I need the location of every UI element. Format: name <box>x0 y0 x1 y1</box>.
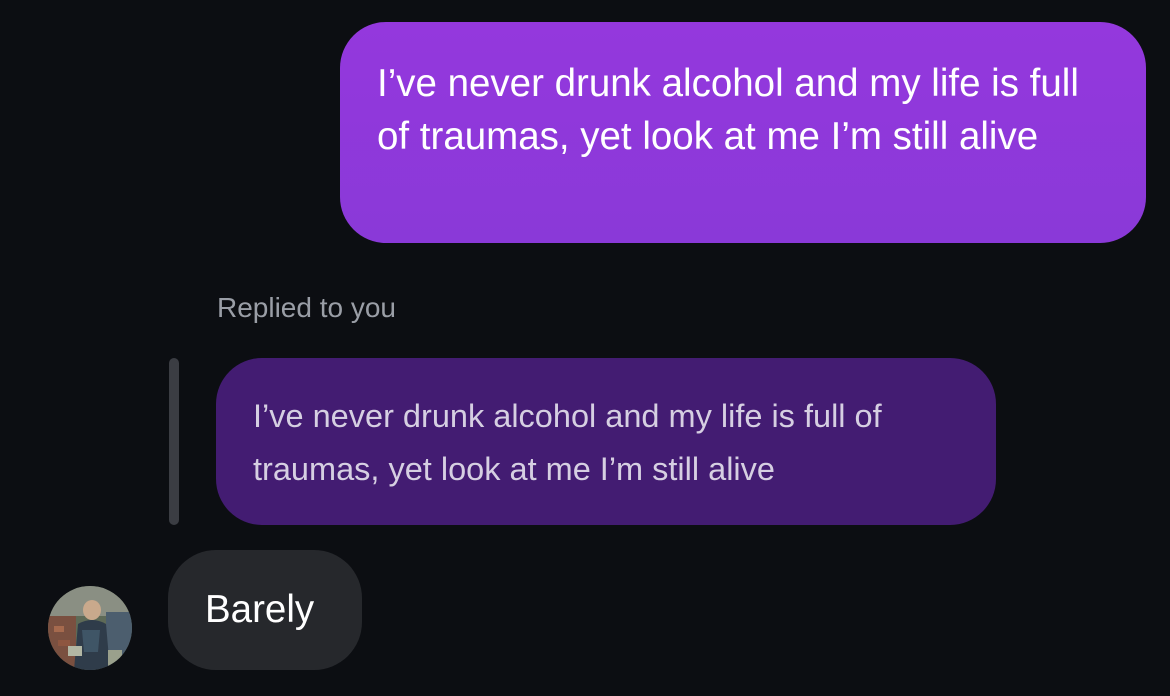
quoted-message-text: I’ve never drunk alcohol and my life is … <box>253 398 882 487</box>
avatar-photo <box>48 586 132 670</box>
reply-context-label: Replied to you <box>217 292 397 323</box>
received-message-bubble[interactable]: Barely <box>168 550 362 670</box>
chat-thread: I’ve never drunk alcohol and my life is … <box>0 0 1170 696</box>
reply-indicator-bar <box>169 358 179 525</box>
sent-message-text: I’ve never drunk alcohol and my life is … <box>377 62 1079 158</box>
sent-message-bubble[interactable]: I’ve never drunk alcohol and my life is … <box>340 22 1146 243</box>
received-message-text: Barely <box>205 588 315 631</box>
avatar[interactable] <box>48 586 132 670</box>
quoted-message-bubble[interactable]: I’ve never drunk alcohol and my life is … <box>216 358 996 525</box>
